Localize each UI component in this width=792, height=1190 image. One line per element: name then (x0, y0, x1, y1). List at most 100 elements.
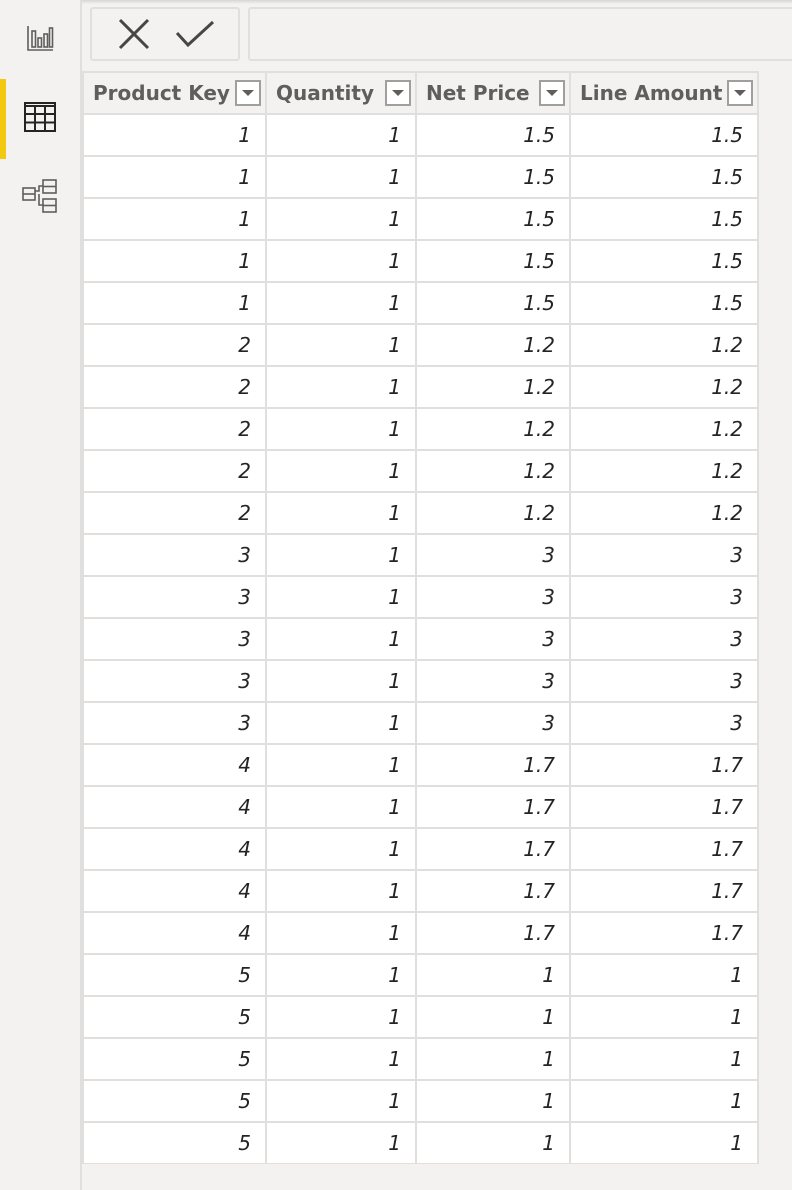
table-row[interactable]: 3133 (82, 659, 759, 703)
table-row[interactable]: 4 1 1.7 1.7 (82, 785, 759, 829)
quantity-cell[interactable]: 1 (265, 911, 417, 955)
quantity-cell[interactable]: 1 (265, 323, 417, 367)
line-amount-cell[interactable]: 1 (569, 995, 759, 1039)
quantity-cell[interactable]: 1 (265, 239, 417, 283)
table-row[interactable]: 2 1 1.2 1.2 (82, 365, 759, 409)
product-key-cell[interactable]: 4 (82, 743, 267, 787)
quantity-cell[interactable]: 1 (265, 827, 417, 871)
net-price-cell[interactable]: 1 (415, 1121, 571, 1165)
product-key-cell[interactable]: 2 (82, 323, 267, 367)
line-amount-cell[interactable]: 1.2 (569, 323, 759, 367)
sidebar-item-report-view[interactable] (0, 0, 80, 80)
line-amount-cell[interactable]: 3 (569, 617, 759, 661)
quantity-cell[interactable]: 1 (265, 995, 417, 1039)
line-amount-cell[interactable]: 1 (569, 1121, 759, 1165)
line-amount-cell[interactable]: 3 (569, 701, 759, 745)
net-price-cell[interactable]: 1 (415, 953, 571, 997)
line-amount-cell[interactable]: 1.7 (569, 827, 759, 871)
product-key-cell[interactable]: 1 (82, 113, 267, 157)
line-amount-cell[interactable]: 1.7 (569, 869, 759, 913)
product-key-cell[interactable]: 1 (82, 239, 267, 283)
line-amount-cell[interactable]: 1.2 (569, 407, 759, 451)
table-row[interactable]: 4 1 1.7 1.7 (82, 911, 759, 955)
table-row[interactable]: 4 1 1.7 1.7 (82, 869, 759, 913)
line-amount-cell[interactable]: 1.2 (569, 449, 759, 493)
sidebar-item-model-view[interactable] (0, 158, 80, 238)
table-row[interactable]: 5111 (82, 953, 759, 997)
net-price-cell[interactable]: 3 (415, 659, 571, 703)
product-key-cell[interactable]: 4 (82, 911, 267, 955)
table-row[interactable]: 3133 (82, 533, 759, 577)
net-price-cell[interactable]: 1.7 (415, 869, 571, 913)
line-amount-cell[interactable]: 3 (569, 533, 759, 577)
table-row[interactable]: 3133 (82, 701, 759, 745)
table-row[interactable]: 3133 (82, 617, 759, 661)
product-key-cell[interactable]: 3 (82, 659, 267, 703)
table-row[interactable]: 2 1 1.2 1.2 (82, 449, 759, 493)
line-amount-cell[interactable]: 1.5 (569, 281, 759, 325)
line-amount-cell[interactable]: 1.2 (569, 491, 759, 535)
quantity-cell[interactable]: 1 (265, 659, 417, 703)
table-row[interactable]: 1 1 1.5 1.5 (82, 155, 759, 199)
product-key-cell[interactable]: 4 (82, 869, 267, 913)
line-amount-cell[interactable]: 1.2 (569, 365, 759, 409)
table-row[interactable]: 5111 (82, 1121, 759, 1165)
table-row[interactable]: 1 1 1.5 1.5 (82, 239, 759, 283)
net-price-cell[interactable]: 1.7 (415, 743, 571, 787)
quantity-cell[interactable]: 1 (265, 113, 417, 157)
product-key-cell[interactable]: 1 (82, 155, 267, 199)
net-price-cell[interactable]: 1.5 (415, 281, 571, 325)
product-key-cell[interactable]: 5 (82, 953, 267, 997)
quantity-cell[interactable]: 1 (265, 281, 417, 325)
column-filter-dropdown-icon[interactable] (385, 80, 411, 106)
quantity-cell[interactable]: 1 (265, 575, 417, 619)
product-key-cell[interactable]: 3 (82, 533, 267, 577)
product-key-cell[interactable]: 4 (82, 785, 267, 829)
table-row[interactable]: 5111 (82, 1079, 759, 1123)
checkmark-icon[interactable] (175, 19, 215, 49)
quantity-cell[interactable]: 1 (265, 953, 417, 997)
table-row[interactable]: 2 1 1.2 1.2 (82, 407, 759, 451)
sidebar-item-data-view[interactable] (0, 79, 80, 159)
product-key-cell[interactable]: 2 (82, 491, 267, 535)
net-price-cell[interactable]: 3 (415, 617, 571, 661)
quantity-cell[interactable]: 1 (265, 1079, 417, 1123)
column-filter-dropdown-icon[interactable] (235, 80, 261, 106)
quantity-cell[interactable]: 1 (265, 701, 417, 745)
net-price-cell[interactable]: 3 (415, 701, 571, 745)
quantity-cell[interactable]: 1 (265, 491, 417, 535)
line-amount-cell[interactable]: 1.5 (569, 239, 759, 283)
table-row[interactable]: 1 1 1.5 1.5 (82, 281, 759, 325)
product-key-cell[interactable]: 3 (82, 701, 267, 745)
line-amount-cell[interactable]: 1.5 (569, 197, 759, 241)
quantity-cell[interactable]: 1 (265, 785, 417, 829)
line-amount-cell[interactable]: 1 (569, 1037, 759, 1081)
table-row[interactable]: 1 1 1.5 1.5 (82, 113, 759, 157)
net-price-cell[interactable]: 1.5 (415, 155, 571, 199)
net-price-cell[interactable]: 1 (415, 995, 571, 1039)
line-amount-cell[interactable]: 3 (569, 659, 759, 703)
product-key-cell[interactable]: 4 (82, 827, 267, 871)
quantity-cell[interactable]: 1 (265, 407, 417, 451)
table-row[interactable]: 2 1 1.2 1.2 (82, 323, 759, 367)
quantity-cell[interactable]: 1 (265, 197, 417, 241)
product-key-cell[interactable]: 2 (82, 449, 267, 493)
table-row[interactable]: 3133 (82, 575, 759, 619)
table-row[interactable]: 5111 (82, 1037, 759, 1081)
product-key-cell[interactable]: 2 (82, 365, 267, 409)
product-key-cell[interactable]: 5 (82, 995, 267, 1039)
column-header-line-amount[interactable]: Line Amount (569, 71, 759, 115)
line-amount-cell[interactable]: 1.5 (569, 155, 759, 199)
net-price-cell[interactable]: 1.7 (415, 785, 571, 829)
column-header-net-price[interactable]: Net Price (415, 71, 571, 115)
line-amount-cell[interactable]: 3 (569, 575, 759, 619)
net-price-cell[interactable]: 1.2 (415, 407, 571, 451)
column-filter-dropdown-icon[interactable] (539, 80, 565, 106)
product-key-cell[interactable]: 5 (82, 1079, 267, 1123)
net-price-cell[interactable]: 1 (415, 1037, 571, 1081)
product-key-cell[interactable]: 5 (82, 1121, 267, 1165)
quantity-cell[interactable]: 1 (265, 155, 417, 199)
column-header-quantity[interactable]: Quantity (265, 71, 417, 115)
quantity-cell[interactable]: 1 (265, 743, 417, 787)
net-price-cell[interactable]: 1.2 (415, 491, 571, 535)
